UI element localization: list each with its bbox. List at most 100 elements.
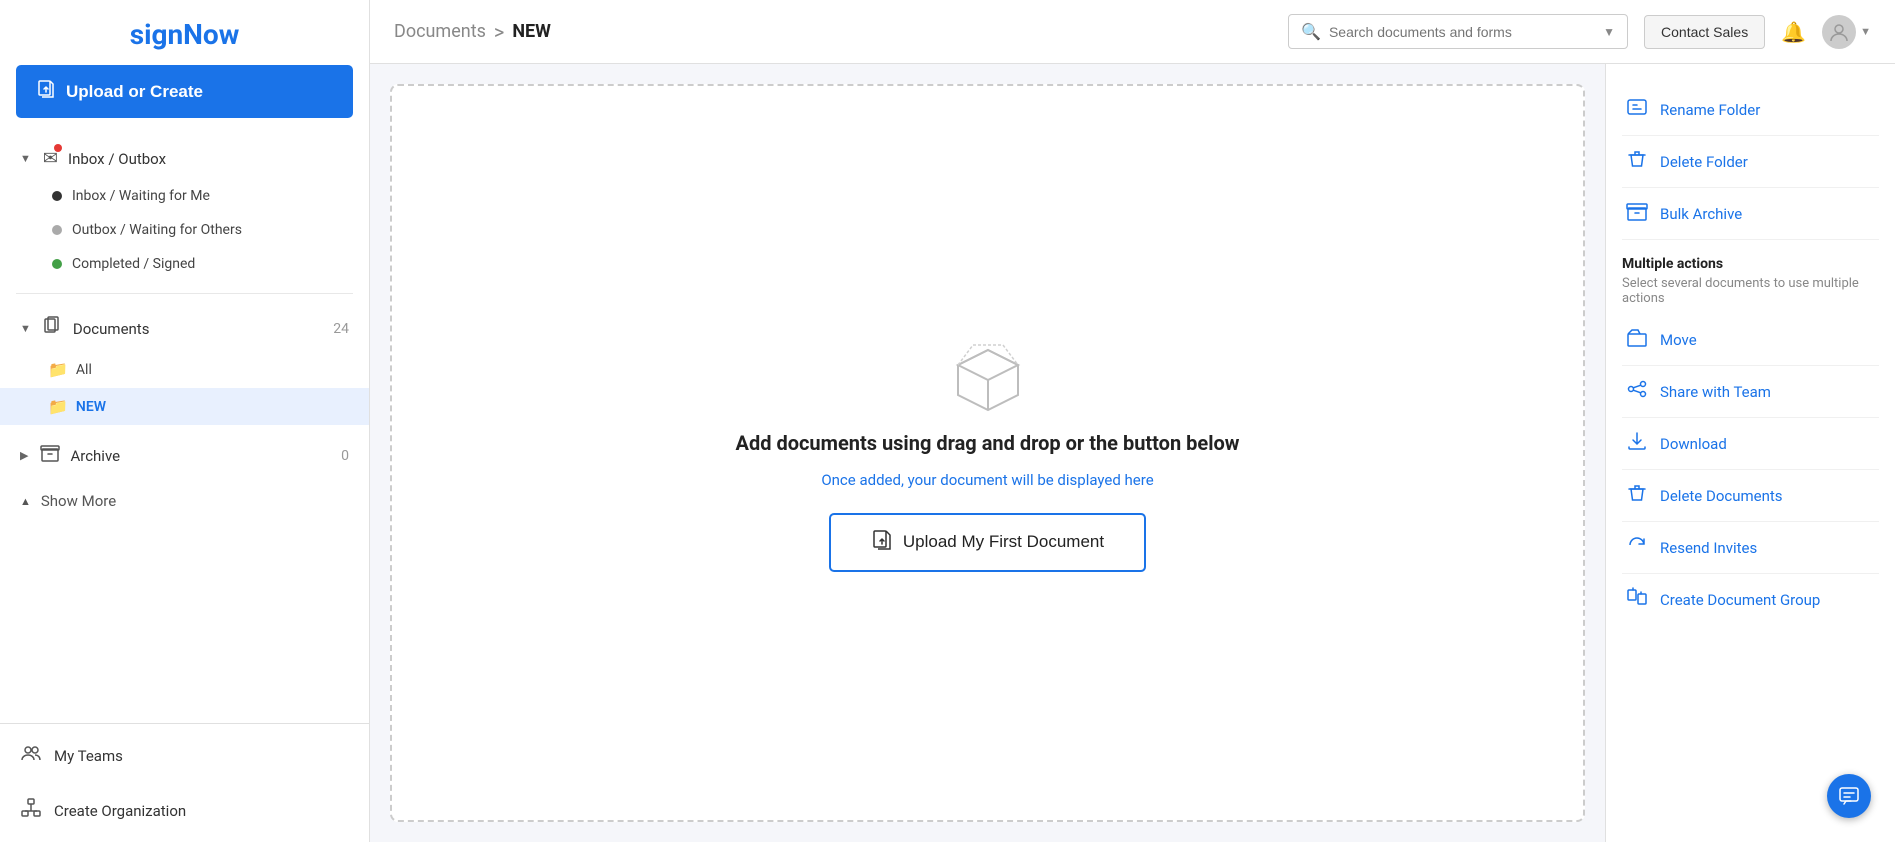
- create-doc-group-icon: [1626, 586, 1648, 613]
- documents-section: ▼ Documents 24 📁 All 📁 NEW: [0, 302, 369, 429]
- logo-text-bold: Now: [183, 18, 239, 51]
- content-area: Add documents using drag and drop or the…: [370, 64, 1895, 842]
- dropzone-subtitle: Once added, your document will be displa…: [821, 471, 1153, 489]
- resend-invites-action[interactable]: Resend Invites: [1622, 522, 1879, 574]
- move-action[interactable]: Move: [1622, 314, 1879, 366]
- outbox-waiting-item[interactable]: Outbox / Waiting for Others: [0, 213, 369, 247]
- search-input[interactable]: [1329, 24, 1595, 40]
- archive-chevron-icon: ▶: [20, 449, 28, 462]
- logo: signNow: [130, 18, 240, 51]
- upload-create-button[interactable]: Upload or Create: [16, 65, 353, 118]
- delete-folder-icon: [1626, 148, 1648, 175]
- breadcrumb: Documents > NEW: [394, 20, 551, 44]
- inbox-chevron-icon: ▼: [20, 152, 31, 165]
- show-more-label: Show More: [41, 492, 116, 510]
- box-3d-icon: [943, 335, 1033, 415]
- docs-chevron-icon: ▼: [20, 322, 31, 335]
- archive-group[interactable]: ▶ Archive 0: [0, 433, 369, 478]
- multiple-actions-title: Multiple actions: [1622, 256, 1879, 272]
- avatar-dropdown-icon[interactable]: ▼: [1860, 25, 1871, 38]
- avatar[interactable]: [1822, 15, 1856, 49]
- resend-invites-label: Resend Invites: [1660, 539, 1757, 557]
- upload-first-document-label: Upload My First Document: [903, 532, 1104, 552]
- move-icon: [1626, 326, 1648, 353]
- resend-invites-icon: [1626, 534, 1648, 561]
- inbox-icon: ✉: [43, 148, 58, 169]
- share-team-action[interactable]: Share with Team: [1622, 366, 1879, 418]
- inbox-dot-icon: [52, 191, 62, 201]
- rename-folder-label: Rename Folder: [1660, 101, 1760, 119]
- archive-count: 0: [341, 448, 349, 464]
- create-org-item[interactable]: Create Organization: [0, 783, 369, 838]
- archive-label: Archive: [70, 447, 120, 465]
- rename-folder-icon: [1626, 96, 1648, 123]
- breadcrumb-separator: >: [494, 20, 504, 44]
- teams-icon: [20, 742, 42, 769]
- header: Documents > NEW 🔍 ▼ Contact Sales 🔔 ▼: [370, 0, 1895, 64]
- sidebar-scroll: ▼ ✉ Inbox / Outbox Inbox / Waiting for M…: [0, 134, 369, 723]
- sidebar-divider-1: [16, 293, 353, 294]
- share-team-icon: [1626, 378, 1648, 405]
- upload-first-document-button[interactable]: Upload My First Document: [829, 513, 1146, 572]
- outbox-waiting-label: Outbox / Waiting for Others: [72, 222, 242, 238]
- document-panel: Add documents using drag and drop or the…: [370, 64, 1605, 842]
- my-teams-label: My Teams: [54, 747, 123, 765]
- bulk-archive-icon: [1626, 200, 1648, 227]
- delete-folder-label: Delete Folder: [1660, 153, 1748, 171]
- search-box[interactable]: 🔍 ▼: [1288, 14, 1628, 49]
- bulk-archive-action[interactable]: Bulk Archive: [1622, 188, 1879, 240]
- inbox-badge: [54, 144, 62, 152]
- documents-group[interactable]: ▼ Documents 24: [0, 306, 369, 351]
- archive-icon: [40, 443, 60, 468]
- right-panel: Rename Folder Delete Folder: [1605, 64, 1895, 842]
- delete-folder-action[interactable]: Delete Folder: [1622, 136, 1879, 188]
- move-label: Move: [1660, 331, 1697, 349]
- delete-docs-icon: [1626, 482, 1648, 509]
- logo-area: signNow: [0, 0, 369, 65]
- folder-all-icon: 📁: [48, 360, 68, 379]
- contact-sales-button[interactable]: Contact Sales: [1644, 15, 1765, 49]
- completed-label: Completed / Signed: [72, 256, 195, 272]
- download-label: Download: [1660, 435, 1727, 453]
- show-more-item[interactable]: ▲ Show More: [0, 482, 369, 520]
- upload-icon: [36, 79, 56, 104]
- chat-bubble[interactable]: [1827, 774, 1871, 818]
- inbox-outbox-label: Inbox / Outbox: [68, 150, 166, 168]
- folder-new-label: NEW: [76, 399, 106, 415]
- documents-icon: [43, 316, 63, 341]
- create-doc-group-action[interactable]: Create Document Group: [1622, 574, 1879, 625]
- completed-signed-item[interactable]: Completed / Signed: [0, 247, 369, 281]
- folder-all-item[interactable]: 📁 All: [0, 351, 369, 388]
- outbox-dot-icon: [52, 225, 62, 235]
- search-dropdown-icon[interactable]: ▼: [1603, 25, 1615, 39]
- archive-section: ▶ Archive 0: [0, 429, 369, 482]
- dropzone[interactable]: Add documents using drag and drop or the…: [390, 84, 1585, 822]
- logo-text-normal: sign: [130, 18, 183, 51]
- rename-folder-action[interactable]: Rename Folder: [1622, 84, 1879, 136]
- folder-new-icon: 📁: [48, 397, 68, 416]
- sidebar-bottom: My Teams Create Organization: [0, 723, 369, 842]
- inbox-waiting-label: Inbox / Waiting for Me: [72, 188, 210, 204]
- notification-icon[interactable]: 🔔: [1781, 20, 1806, 44]
- dropzone-title: Add documents using drag and drop or the…: [736, 431, 1240, 455]
- delete-docs-action[interactable]: Delete Documents: [1622, 470, 1879, 522]
- folder-new-item[interactable]: 📁 NEW: [0, 388, 369, 425]
- share-team-label: Share with Team: [1660, 383, 1771, 401]
- dropzone-icon-area: [943, 335, 1033, 415]
- download-icon: [1626, 430, 1648, 457]
- create-org-label: Create Organization: [54, 802, 186, 820]
- sidebar: signNow Upload or Create ▼ ✉ Inbox / Out…: [0, 0, 370, 842]
- inbox-outbox-section: ▼ ✉ Inbox / Outbox Inbox / Waiting for M…: [0, 134, 369, 285]
- inbox-waiting-item[interactable]: Inbox / Waiting for Me: [0, 179, 369, 213]
- create-doc-group-label: Create Document Group: [1660, 591, 1820, 609]
- multiple-actions-desc: Select several documents to use multiple…: [1622, 276, 1879, 306]
- show-more-chevron-icon: ▲: [20, 495, 31, 508]
- download-action[interactable]: Download: [1622, 418, 1879, 470]
- my-teams-item[interactable]: My Teams: [0, 728, 369, 783]
- create-org-icon: [20, 797, 42, 824]
- folder-all-label: All: [76, 362, 92, 378]
- documents-label: Documents: [73, 320, 150, 338]
- inbox-outbox-group[interactable]: ▼ ✉ Inbox / Outbox: [0, 138, 369, 179]
- bulk-archive-label: Bulk Archive: [1660, 205, 1742, 223]
- multiple-actions-section: Multiple actions Select several document…: [1622, 256, 1879, 306]
